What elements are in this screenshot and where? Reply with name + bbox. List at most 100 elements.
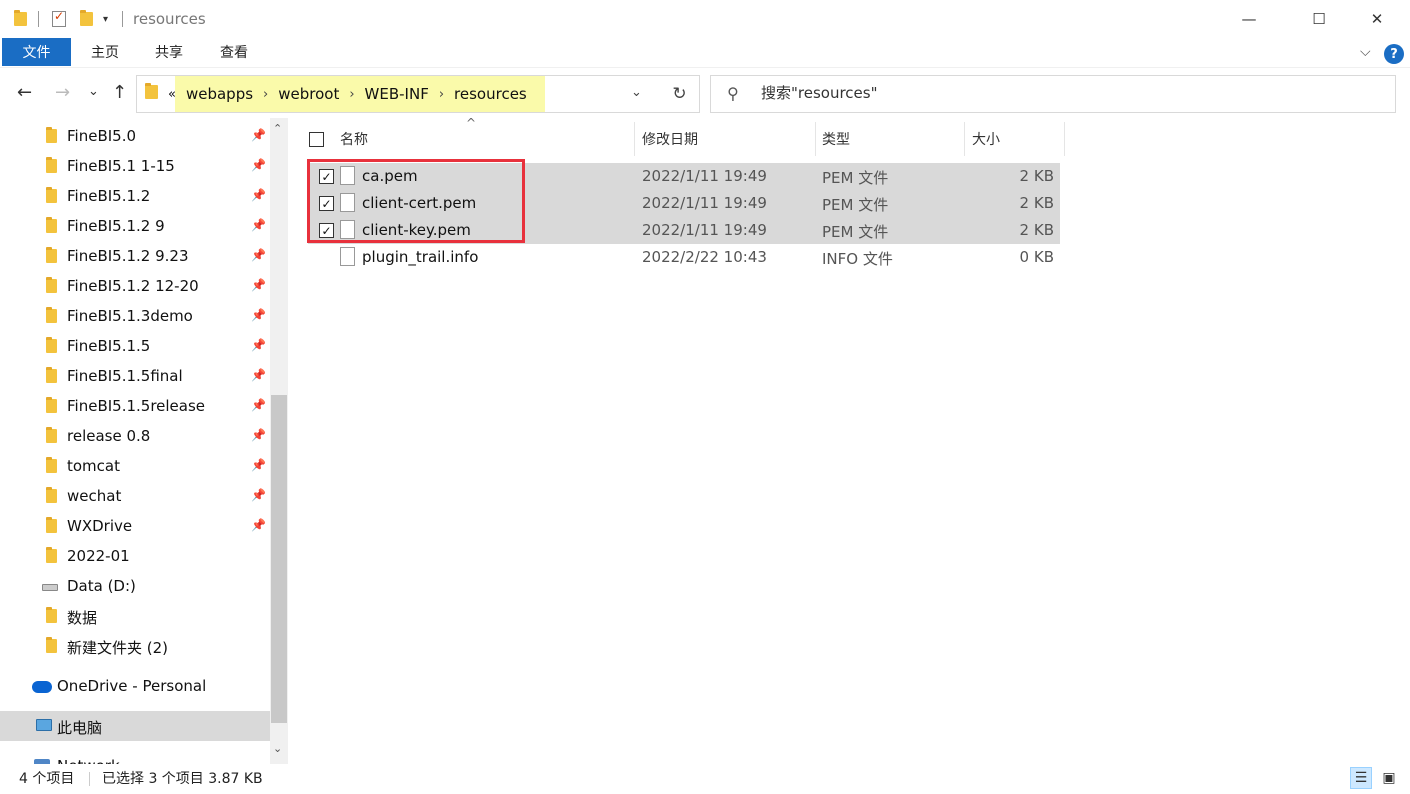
minimize-button[interactable]: — xyxy=(1226,0,1272,38)
breadcrumb-overflow[interactable]: « xyxy=(168,87,176,102)
scrollbar-thumb[interactable] xyxy=(271,395,287,723)
ribbon-expand-icon[interactable]: ⌵ xyxy=(1360,44,1371,60)
sidebar-item-finebi5-1-1-15[interactable]: FineBI5.1 1-15 📌 xyxy=(0,151,270,181)
pin-icon[interactable]: 📌 xyxy=(251,188,266,202)
file-date: 2022/2/22 10:43 xyxy=(642,248,767,266)
column-divider[interactable] xyxy=(1064,122,1065,156)
forward-button[interactable]: → xyxy=(55,82,70,103)
column-date-label: 修改日期 xyxy=(642,132,698,148)
folder-icon xyxy=(46,157,57,173)
breadcrumb-webroot[interactable]: webroot xyxy=(278,85,339,103)
folder-icon xyxy=(46,187,57,203)
search-input[interactable] xyxy=(761,84,1361,102)
folder-icon xyxy=(46,517,57,533)
table-row[interactable]: ✓ client-cert.pem 2022/1/11 19:49 PEM 文件 2 K… xyxy=(308,190,1060,217)
sidebar-item-onedrive-personal[interactable]: OneDrive - Personal xyxy=(0,671,270,701)
tab-file[interactable]: 文件 xyxy=(2,38,71,66)
sidebar-item-finebi5-1-5[interactable]: FineBI5.1.5 📌 xyxy=(0,331,270,361)
new-folder-icon[interactable] xyxy=(80,0,93,38)
large-icons-view-button[interactable]: ▣ xyxy=(1378,767,1400,789)
column-header-name[interactable]: 名称 xyxy=(340,122,368,156)
sidebar-item-release-0-8[interactable]: release 0.8 📌 xyxy=(0,421,270,451)
pin-icon[interactable]: 📌 xyxy=(251,518,266,532)
sidebar-item-finebi5-1-2-9[interactable]: FineBI5.1.2 9 📌 xyxy=(0,211,270,241)
file-name[interactable]: ca.pem xyxy=(362,167,418,185)
scroll-down-icon[interactable]: ⌄ xyxy=(273,742,282,755)
pin-icon[interactable]: 📌 xyxy=(251,428,266,442)
column-header-size[interactable]: 大小 xyxy=(972,122,1000,156)
address-bar[interactable]: « webapps › webroot › WEB-INF › resource… xyxy=(136,75,700,113)
details-view-button[interactable]: ☰ xyxy=(1350,767,1372,789)
breadcrumb-webapps[interactable]: webapps xyxy=(186,85,253,103)
sidebar-item-data-d[interactable]: Data (D:) xyxy=(0,571,270,601)
help-icon[interactable]: ? xyxy=(1384,44,1404,64)
sidebar-item-label: FineBI5.1.5 xyxy=(67,337,151,355)
pin-icon[interactable]: 📌 xyxy=(251,128,266,142)
pin-icon[interactable]: 📌 xyxy=(251,398,266,412)
sidebar-item-finebi5-1-5release[interactable]: FineBI5.1.5release 📌 xyxy=(0,391,270,421)
table-row[interactable]: ✓ ca.pem 2022/1/11 19:49 PEM 文件 2 KB xyxy=(308,163,1060,190)
sidebar-item-finebi5-1-2-12-20[interactable]: FineBI5.1.2 12-20 📌 xyxy=(0,271,270,301)
sidebar-item-item-16[interactable]: 数据 xyxy=(0,601,270,631)
navigation-pane-scrollbar[interactable]: ⌃ ⌄ xyxy=(270,118,288,764)
sidebar-item-item-19[interactable]: 此电脑 xyxy=(0,711,270,741)
table-row[interactable]: plugin_trail.info 2022/2/22 10:43 INFO 文件 0… xyxy=(308,244,1060,271)
tab-share[interactable]: 共享 xyxy=(148,38,190,66)
pin-icon[interactable]: 📌 xyxy=(251,158,266,172)
recent-locations-button[interactable]: ⌄ xyxy=(88,84,99,99)
row-checkbox[interactable]: ✓ xyxy=(319,169,334,184)
back-button[interactable]: ← xyxy=(17,82,32,103)
sidebar-item-finebi5-0[interactable]: FineBI5.0 📌 xyxy=(0,121,270,151)
pin-icon[interactable]: 📌 xyxy=(251,248,266,262)
column-header-date[interactable]: 修改日期 xyxy=(642,122,698,156)
sidebar-item-finebi5-1-2-9-23[interactable]: FineBI5.1.2 9.23 📌 xyxy=(0,241,270,271)
sidebar-item-tomcat[interactable]: tomcat 📌 xyxy=(0,451,270,481)
sidebar-item-network[interactable]: Network xyxy=(0,751,270,764)
search-box[interactable]: ⚲ xyxy=(710,75,1396,113)
quick-access-dropdown-icon[interactable]: ▾ xyxy=(103,0,108,38)
maximize-button[interactable]: ☐ xyxy=(1296,0,1342,38)
select-all-checkbox[interactable] xyxy=(309,122,324,156)
pin-icon[interactable]: 📌 xyxy=(251,488,266,502)
pin-icon[interactable]: 📌 xyxy=(251,308,266,322)
pin-icon[interactable]: 📌 xyxy=(251,278,266,292)
breadcrumb-resources[interactable]: resources xyxy=(454,85,527,103)
sidebar-item-label: FineBI5.1.5release xyxy=(67,397,206,415)
scroll-up-icon[interactable]: ⌃ xyxy=(273,122,282,135)
sidebar-item-wechat[interactable]: wechat 📌 xyxy=(0,481,270,511)
sidebar-item-label: FineBI5.1 1-15 xyxy=(67,157,175,175)
file-name[interactable]: client-key.pem xyxy=(362,221,471,239)
file-name[interactable]: plugin_trail.info xyxy=(362,248,478,266)
table-row[interactable]: ✓ client-key.pem 2022/1/11 19:49 PEM 文件 2 KB xyxy=(308,217,1060,244)
column-divider[interactable] xyxy=(634,122,635,156)
column-header-type[interactable]: 类型 xyxy=(822,122,850,156)
tab-home[interactable]: 主页 xyxy=(84,38,126,66)
column-divider[interactable] xyxy=(964,122,965,156)
refresh-button[interactable]: ↻ xyxy=(660,75,700,113)
pin-icon[interactable]: 📌 xyxy=(251,338,266,352)
sidebar-item-2[interactable]: 新建文件夹 (2) xyxy=(0,631,270,661)
row-checkbox[interactable]: ✓ xyxy=(319,196,334,211)
close-button[interactable]: ✕ xyxy=(1354,0,1400,38)
row-checkbox[interactable]: ✓ xyxy=(319,223,334,238)
chevron-right-icon[interactable]: › xyxy=(439,87,444,102)
file-size: 0 KB xyxy=(1019,248,1054,266)
sidebar-item-label: FineBI5.1.2 xyxy=(67,187,151,205)
sidebar-item-wxdrive[interactable]: WXDrive 📌 xyxy=(0,511,270,541)
up-button[interactable]: ↑ xyxy=(112,82,127,103)
chevron-right-icon[interactable]: › xyxy=(349,87,354,102)
sidebar-item-2022-01[interactable]: 2022-01 xyxy=(0,541,270,571)
sidebar-item-finebi5-1-3demo[interactable]: FineBI5.1.3demo 📌 xyxy=(0,301,270,331)
pin-icon[interactable]: 📌 xyxy=(251,218,266,232)
file-name[interactable]: client-cert.pem xyxy=(362,194,476,212)
pin-icon[interactable]: 📌 xyxy=(251,458,266,472)
address-dropdown-icon[interactable]: ⌄ xyxy=(631,85,642,100)
tab-view[interactable]: 查看 xyxy=(213,38,255,66)
sidebar-item-finebi5-1-2[interactable]: FineBI5.1.2 📌 xyxy=(0,181,270,211)
breadcrumb-web-inf[interactable]: WEB-INF xyxy=(365,85,429,103)
column-divider[interactable] xyxy=(815,122,816,156)
pin-icon[interactable]: 📌 xyxy=(251,368,266,382)
chevron-right-icon[interactable]: › xyxy=(263,87,268,102)
sidebar-item-finebi5-1-5final[interactable]: FineBI5.1.5final 📌 xyxy=(0,361,270,391)
properties-icon[interactable] xyxy=(52,0,66,38)
